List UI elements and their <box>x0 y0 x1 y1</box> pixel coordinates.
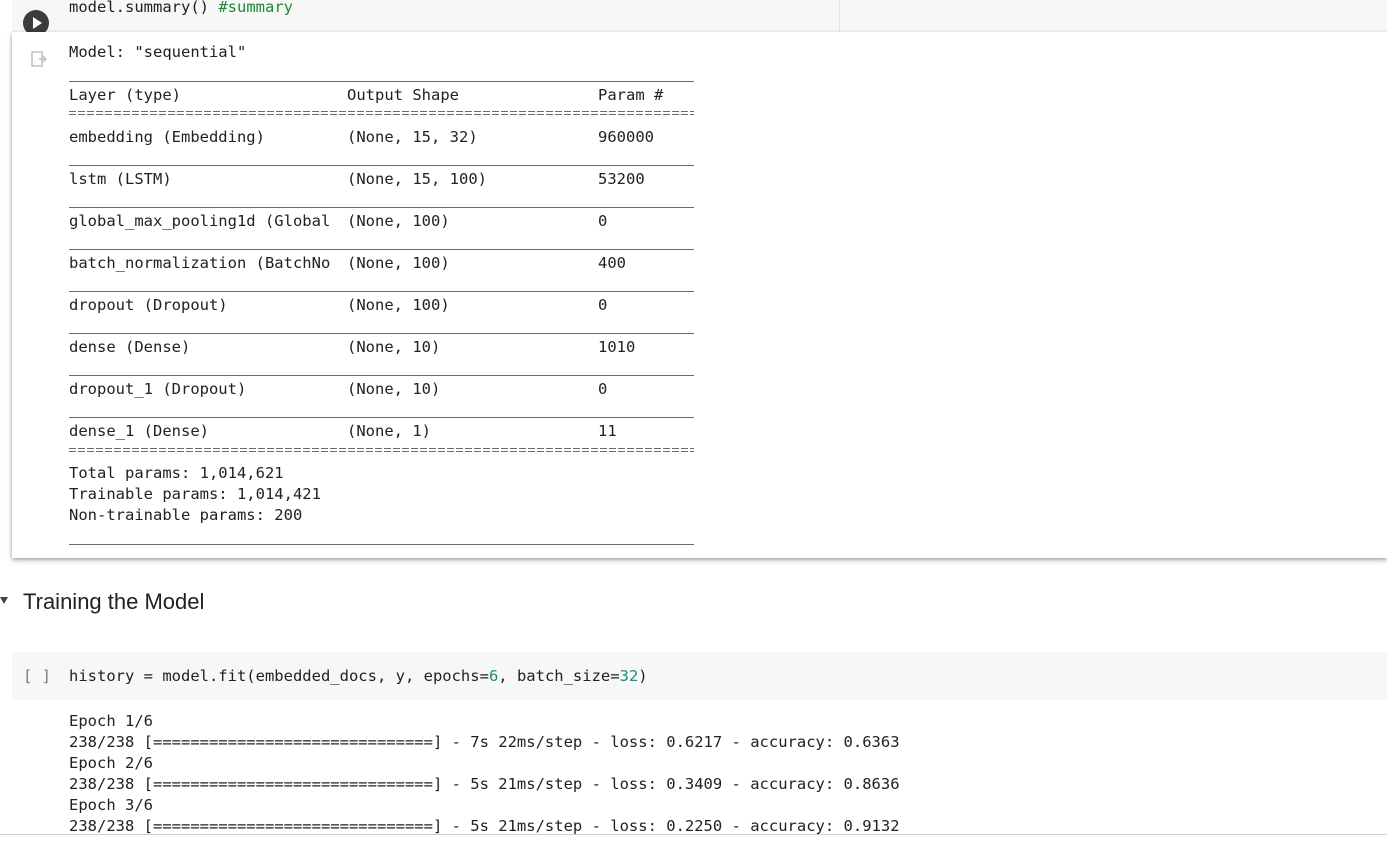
header-output-shape: Output Shape <box>347 86 459 104</box>
table-row-layer: dropout_1 (Dropout) <box>69 380 247 398</box>
table-row-params: 0 <box>598 380 608 398</box>
table-row-layer: embedding (Embedding) <box>69 128 265 146</box>
log-line: Epoch 2/6 <box>69 754 153 772</box>
editor-divider <box>839 0 840 32</box>
table-row-layer: batch_normalization (BatchNo <box>69 254 331 272</box>
table-row-params: 0 <box>598 296 608 314</box>
table-row-layer: dense_1 (Dense) <box>69 422 209 440</box>
code-line[interactable]: history = model.fit(embedded_docs, y, ep… <box>69 665 648 687</box>
table-row-layer: dense (Dense) <box>69 338 191 356</box>
code-number: 6 <box>488 667 499 685</box>
non-trainable-params: Non-trainable params: 200 <box>69 506 303 524</box>
table-double-rule <box>69 111 694 115</box>
section-heading: Training the Model <box>23 589 205 614</box>
table-rule <box>69 375 694 376</box>
table-rule <box>69 207 694 208</box>
table-rule <box>69 165 694 166</box>
table-row-shape: (None, 10) <box>347 338 441 356</box>
table-row-layer: dropout (Dropout) <box>69 296 228 314</box>
code-segment: history = model.fit(embedded_docs, y, ep… <box>69 667 489 685</box>
table-row-params: 11 <box>598 422 617 440</box>
viewport-divider <box>0 834 1387 835</box>
log-line: 238/238 [==============================]… <box>69 775 900 793</box>
table-rule <box>69 333 694 334</box>
total-params: Total params: 1,014,621 <box>69 464 284 482</box>
trainable-params: Trainable params: 1,014,421 <box>69 485 321 503</box>
table-rule <box>69 544 694 545</box>
header-param: Param # <box>598 86 664 104</box>
table-double-rule-lower <box>69 114 694 115</box>
table-row-shape: (None, 15, 100) <box>347 170 487 188</box>
collapse-triangle-icon[interactable] <box>0 597 8 604</box>
code-text: model.summary() <box>69 0 209 16</box>
table-row-shape: (None, 100) <box>347 212 450 230</box>
table-rule <box>69 291 694 292</box>
table-row-params: 400 <box>598 254 626 272</box>
code-line[interactable]: model.summary() #summary <box>69 0 293 17</box>
code-number: 32 <box>619 667 639 685</box>
viewport-bottom-edge <box>0 835 1387 852</box>
header-layer: Layer (type) <box>69 86 181 104</box>
model-name-line: Model: "sequential" <box>69 43 247 61</box>
code-segment: ) <box>638 667 648 685</box>
table-row-params: 53200 <box>598 170 645 188</box>
table-rule <box>69 249 694 250</box>
table-double-rule <box>69 448 694 452</box>
table-row-shape: (None, 15, 32) <box>347 128 478 146</box>
table-row-layer: lstm (LSTM) <box>69 170 172 188</box>
table-rule <box>69 81 694 82</box>
table-row-shape: (None, 10) <box>347 380 441 398</box>
log-line: Epoch 3/6 <box>69 796 153 814</box>
table-row-params: 960000 <box>598 128 654 146</box>
table-row-shape: (None, 1) <box>347 422 431 440</box>
table-row-layer: global_max_pooling1d (Global <box>69 212 331 230</box>
cell-execution-bracket[interactable]: [ ] <box>23 665 51 687</box>
table-row-shape: (None, 100) <box>347 296 450 314</box>
log-line: 238/238 [==============================]… <box>69 733 900 751</box>
table-row-shape: (None, 100) <box>347 254 450 272</box>
table-rule <box>69 417 694 418</box>
table-double-rule-lower <box>69 451 694 452</box>
table-row-params: 0 <box>598 212 608 230</box>
log-line: Epoch 1/6 <box>69 712 153 730</box>
code-comment: #summary <box>218 0 293 16</box>
output-arrow-icon[interactable] <box>30 50 48 68</box>
code-segment: , batch_size= <box>498 667 620 685</box>
table-row-params: 1010 <box>598 338 636 356</box>
